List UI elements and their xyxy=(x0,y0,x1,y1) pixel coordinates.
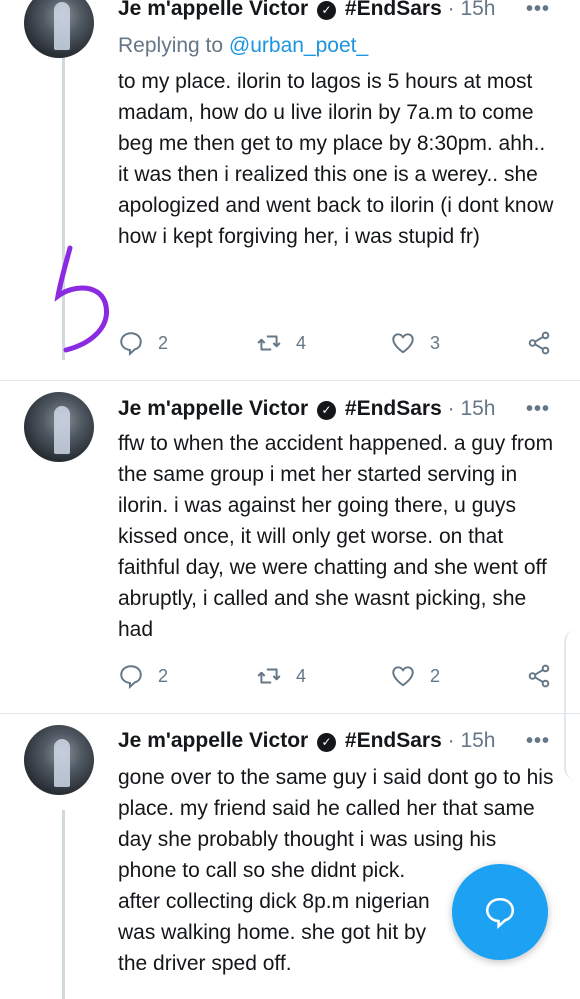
tweet-text-line: it was then i realized this one is a wer… xyxy=(118,163,554,248)
avatar[interactable] xyxy=(24,392,94,462)
action-bar: 2 4 2 xyxy=(118,663,558,693)
timestamp[interactable]: 15h xyxy=(460,729,495,752)
separator-dot: · xyxy=(447,729,461,752)
avatar[interactable] xyxy=(24,725,94,795)
reply-icon xyxy=(120,332,142,356)
retweet-button[interactable]: 4 xyxy=(256,663,306,689)
like-count: 2 xyxy=(430,665,441,686)
retweet-count: 4 xyxy=(296,665,307,686)
tweet-header: Je m'appelle Victor ✓ #EndSars · 15h xyxy=(118,728,496,754)
divider xyxy=(0,380,580,381)
heart-icon xyxy=(392,666,414,687)
speech-bubble-icon xyxy=(485,897,515,929)
handwritten-five-doodle xyxy=(54,245,109,353)
retweet-icon xyxy=(257,335,281,351)
divider xyxy=(0,713,580,714)
retweet-button[interactable]: 4 xyxy=(256,330,306,356)
verified-badge-icon: ✓ xyxy=(317,401,337,420)
avatar[interactable] xyxy=(24,0,94,58)
share-icon xyxy=(528,331,550,355)
reply-count: 2 xyxy=(158,665,169,686)
reply-button[interactable]: 2 xyxy=(118,663,168,689)
reply-count: 2 xyxy=(158,332,169,353)
share-button[interactable] xyxy=(526,330,566,356)
tweet-header: Je m'appelle Victor ✓ #EndSars · 15h xyxy=(118,0,496,22)
mention-link[interactable]: @urban_poet_ xyxy=(229,34,368,57)
like-count: 3 xyxy=(430,332,441,353)
retweet-icon xyxy=(257,668,281,684)
share-icon xyxy=(528,664,550,688)
tweet-text-line: to my place. ilorin to lagos is 5 hours … xyxy=(118,70,546,155)
timestamp[interactable]: 15h xyxy=(460,397,495,420)
more-options-icon[interactable]: ••• xyxy=(526,398,550,421)
tweet-text: ffw to when the accident happened. a guy… xyxy=(118,428,558,645)
timestamp[interactable]: 15h xyxy=(460,0,495,20)
author-tag: #EndSars xyxy=(344,0,442,20)
author-tag: #EndSars xyxy=(344,729,442,752)
separator-dot: · xyxy=(447,0,461,20)
action-bar: 2 4 3 xyxy=(118,330,558,360)
share-button[interactable] xyxy=(526,663,566,689)
scroll-indicator[interactable] xyxy=(564,630,580,780)
reply-button[interactable]: 2 xyxy=(118,330,168,356)
like-button[interactable]: 3 xyxy=(390,330,440,356)
tweet-text-line: ffw to when the accident happened. a guy… xyxy=(118,432,554,641)
tweet-text: to my place. ilorin to lagos is 5 hours … xyxy=(118,66,558,252)
separator-dot: · xyxy=(447,397,461,420)
heart-icon xyxy=(392,333,414,354)
more-options-icon[interactable]: ••• xyxy=(526,730,550,753)
tweet-header: Je m'appelle Victor ✓ #EndSars · 15h xyxy=(118,396,496,422)
compose-reply-button[interactable] xyxy=(452,864,548,960)
verified-badge-icon: ✓ xyxy=(317,733,337,752)
author-name[interactable]: Je m'appelle Victor xyxy=(118,397,308,420)
tweet-2[interactable]: Je m'appelle Victor ✓ #EndSars · 15h •••… xyxy=(0,382,580,712)
reply-icon xyxy=(120,665,142,689)
author-name[interactable]: Je m'appelle Victor xyxy=(118,0,308,20)
author-tag: #EndSars xyxy=(344,397,442,420)
more-options-icon[interactable]: ••• xyxy=(526,0,550,21)
author-name[interactable]: Je m'appelle Victor xyxy=(118,729,308,752)
retweet-count: 4 xyxy=(296,332,307,353)
replying-label: Replying to xyxy=(118,34,224,57)
replying-to: Replying to @urban_poet_ xyxy=(118,32,368,60)
like-button[interactable]: 2 xyxy=(390,663,440,689)
verified-badge-icon: ✓ xyxy=(317,1,337,20)
